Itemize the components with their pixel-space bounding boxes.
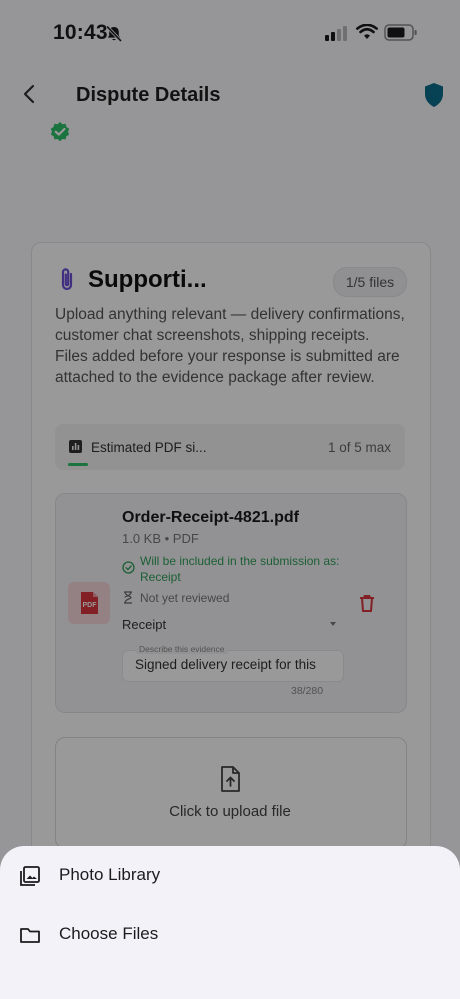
photo-library-icon [20, 866, 40, 886]
file-source-action-sheet: Photo Library Choose Files [0, 846, 460, 999]
choose-files-option[interactable]: Choose Files [0, 911, 460, 959]
photo-library-label: Photo Library [59, 865, 161, 884]
photo-library-option[interactable]: Photo Library [0, 852, 460, 900]
folder-icon [20, 928, 40, 943]
choose-files-label: Choose Files [59, 924, 159, 943]
